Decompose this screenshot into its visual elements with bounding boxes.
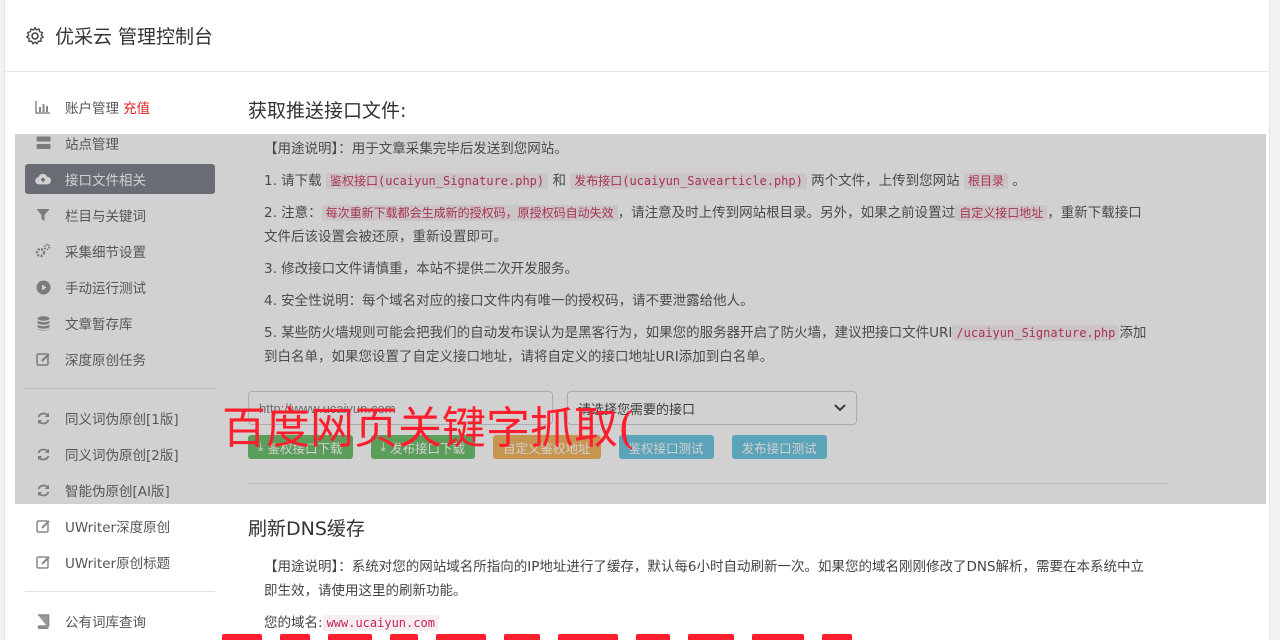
sidebar-item-label: 账户管理 (65, 101, 119, 117)
gear-icon (26, 26, 44, 45)
book-icon (35, 613, 51, 629)
section-title-dns: 刷新DNS缓存 (248, 518, 365, 540)
recharge-link[interactable]: 充值 (123, 97, 150, 117)
sidebar-divider (25, 591, 215, 592)
sidebar-item-account[interactable]: 账户管理 充值 (25, 92, 215, 122)
sidebar-item-label: UWriter深度原创 (65, 520, 171, 536)
dns-usage-note: 【用途说明】：系统对您的网站域名所指向的IP地址进行了缓存，默认每6小时自动刷新… (264, 559, 1145, 599)
sidebar-item-uwriter-deep[interactable]: UWriter深度原创 (25, 511, 215, 541)
bar-chart-icon (35, 99, 51, 115)
watermark-text-bottom (222, 626, 932, 640)
modal-backdrop (15, 134, 1266, 504)
section-title-push-files: 获取推送接口文件: (248, 100, 407, 122)
sidebar-item-uwriter-title[interactable]: UWriter原创标题 (25, 547, 215, 577)
sidebar-item-label: 公有词库查询 (65, 615, 146, 631)
edit-icon (35, 554, 51, 570)
watermark-text: 百度网页关键字抓取( (222, 403, 636, 454)
page-header: 优采云 管理控制台 (5, 0, 1269, 72)
edit-icon (35, 518, 51, 534)
sidebar-item-public-lexicon[interactable]: 公有词库查询 (25, 606, 215, 636)
sidebar-item-label: UWriter原创标题 (65, 556, 171, 572)
page-title: 优采云 管理控制台 (55, 26, 214, 48)
